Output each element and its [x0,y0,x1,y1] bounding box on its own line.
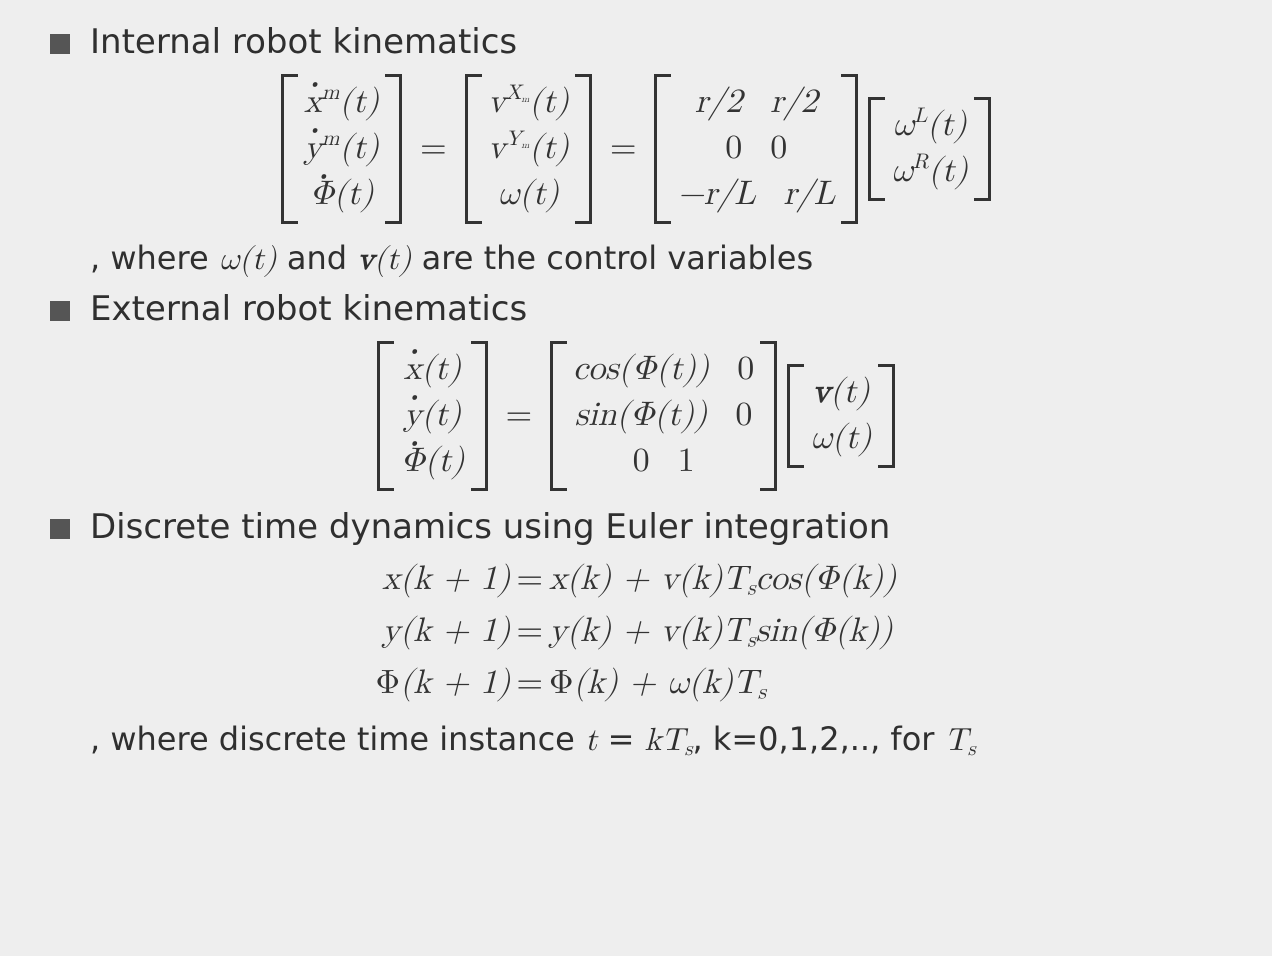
bullet-text: External robot kinematics [90,289,527,329]
equals-sign: = [506,395,532,436]
bullet-list: External robot kinematics [30,287,1242,333]
bullet-discrete-dynamics: Discrete time dynamics using Euler integ… [30,505,1242,551]
equation-external-kinematics: x(t) y(t) Φ(t) = cos(Φ(t))0 sin(Φ(t))0 0… [30,341,1242,491]
matrix-state-dot: xm(t) ym(t) Φ(t) [281,74,402,224]
matrix-velocity: vXm(t) vYm(t) ω(t) [465,74,592,224]
bullet-list: Internal robot kinematics [30,20,1242,66]
bullet-text: Internal robot kinematics [90,22,517,62]
equation-discrete-dynamics: x(k + 1)= x(k) + v(k)Tscos(Φ(k)) y(k + 1… [30,559,1242,706]
equation-internal-kinematics: xm(t) ym(t) Φ(t) = vXm(t) vYm(t) ω(t) = [30,74,1242,224]
matrix-wheel-omega: ωL(t) ωR(t) [868,97,991,201]
bullet-internal-kinematics: Internal robot kinematics [30,20,1242,66]
bullet-external-kinematics: External robot kinematics [30,287,1242,333]
note-discrete-time: , where discrete time instance t = kTs, … [30,719,1242,763]
slide: Internal robot kinematics xm(t) ym(t) Φ(… [0,0,1272,956]
note-control-variables: , where ω(t) and v(t) are the control va… [30,238,1242,282]
matrix-rotation: cos(Φ(t))0 sin(Φ(t))0 01 [550,341,777,491]
equals-sign: = [420,128,446,169]
bullet-list: Discrete time dynamics using Euler integ… [30,505,1242,551]
equals-sign: = [610,128,636,169]
matrix-kinematic-map: r/2r/2 00 −r/Lr/L [654,74,858,224]
matrix-input: v(t) ω(t) [787,364,894,468]
matrix-pose-dot: x(t) y(t) Φ(t) [377,341,487,491]
bullet-text: Discrete time dynamics using Euler integ… [90,507,890,547]
